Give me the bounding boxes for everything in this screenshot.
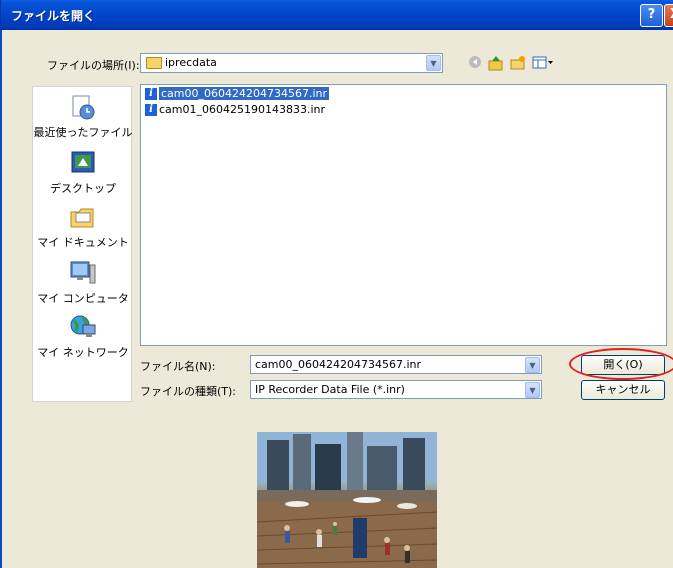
preview-image [257, 432, 437, 568]
file-item[interactable]: i cam00_060424204734567.inr [145, 87, 330, 101]
place-network[interactable]: マイ ネットワーク [33, 313, 133, 360]
highlight-ring [569, 348, 673, 380]
help-button[interactable]: ? [640, 4, 663, 27]
place-label: マイ ドキュメント [37, 236, 129, 249]
desktop-icon [69, 149, 97, 177]
file-name: cam00_060424204734567.inr [159, 87, 330, 100]
filename-value: cam00_060424204734567.inr [255, 358, 422, 371]
place-desktop[interactable]: デスクトップ [33, 149, 133, 196]
file-name: cam01_060425190143833.inr [159, 103, 326, 116]
recent-icon [69, 93, 97, 121]
place-documents[interactable]: マイ ドキュメント [33, 203, 133, 250]
close-button[interactable]: X [664, 4, 673, 27]
title-bar: ファイルを開く ? X [0, 0, 673, 30]
filetype-label: ファイルの種類(T): [140, 385, 237, 398]
preview-photo [257, 432, 437, 568]
file-info-icon: i [145, 88, 157, 100]
filetype-select[interactable]: IP Recorder Data File (*.inr) ▼ [250, 380, 542, 399]
chevron-down-icon[interactable]: ▼ [525, 357, 540, 373]
chevron-down-icon[interactable]: ▼ [426, 55, 441, 71]
computer-icon [69, 259, 97, 287]
filename-label: ファイル名(N): [140, 360, 216, 373]
folder-icon [146, 57, 162, 69]
place-recent[interactable]: 最近使ったファイル [33, 93, 133, 140]
file-info-icon: i [145, 104, 157, 116]
places-bar: 最近使ったファイル デスクトップ マイ ドキュメント マイ コンピュータ マイ … [32, 86, 133, 402]
lookin-label: ファイルの場所(I): [47, 59, 140, 72]
place-label: 最近使ったファイル [33, 126, 133, 139]
network-icon [69, 313, 97, 341]
file-item[interactable]: i cam01_060425190143833.inr [145, 103, 325, 117]
place-label: マイ ネットワーク [37, 346, 129, 359]
window-border [0, 30, 2, 568]
back-icon[interactable] [467, 55, 483, 71]
cancel-button[interactable]: キャンセル [581, 380, 665, 400]
up-folder-icon[interactable] [488, 55, 504, 71]
filename-input[interactable]: cam00_060424204734567.inr ▼ [250, 355, 542, 374]
new-folder-icon[interactable] [510, 55, 526, 71]
documents-icon [69, 203, 97, 231]
dialog-title: ファイルを開く [11, 9, 96, 23]
filetype-value: IP Recorder Data File (*.inr) [255, 383, 405, 396]
place-label: マイ コンピュータ [37, 292, 129, 305]
chevron-down-icon[interactable]: ▼ [525, 382, 540, 398]
lookin-value: iprecdata [165, 56, 217, 69]
lookin-dropdown[interactable]: iprecdata ▼ [140, 53, 443, 73]
place-label: デスクトップ [50, 182, 116, 195]
view-menu-icon[interactable] [532, 55, 554, 71]
place-computer[interactable]: マイ コンピュータ [33, 259, 133, 306]
file-list[interactable]: i cam00_060424204734567.inr i cam01_060425… [140, 84, 667, 346]
